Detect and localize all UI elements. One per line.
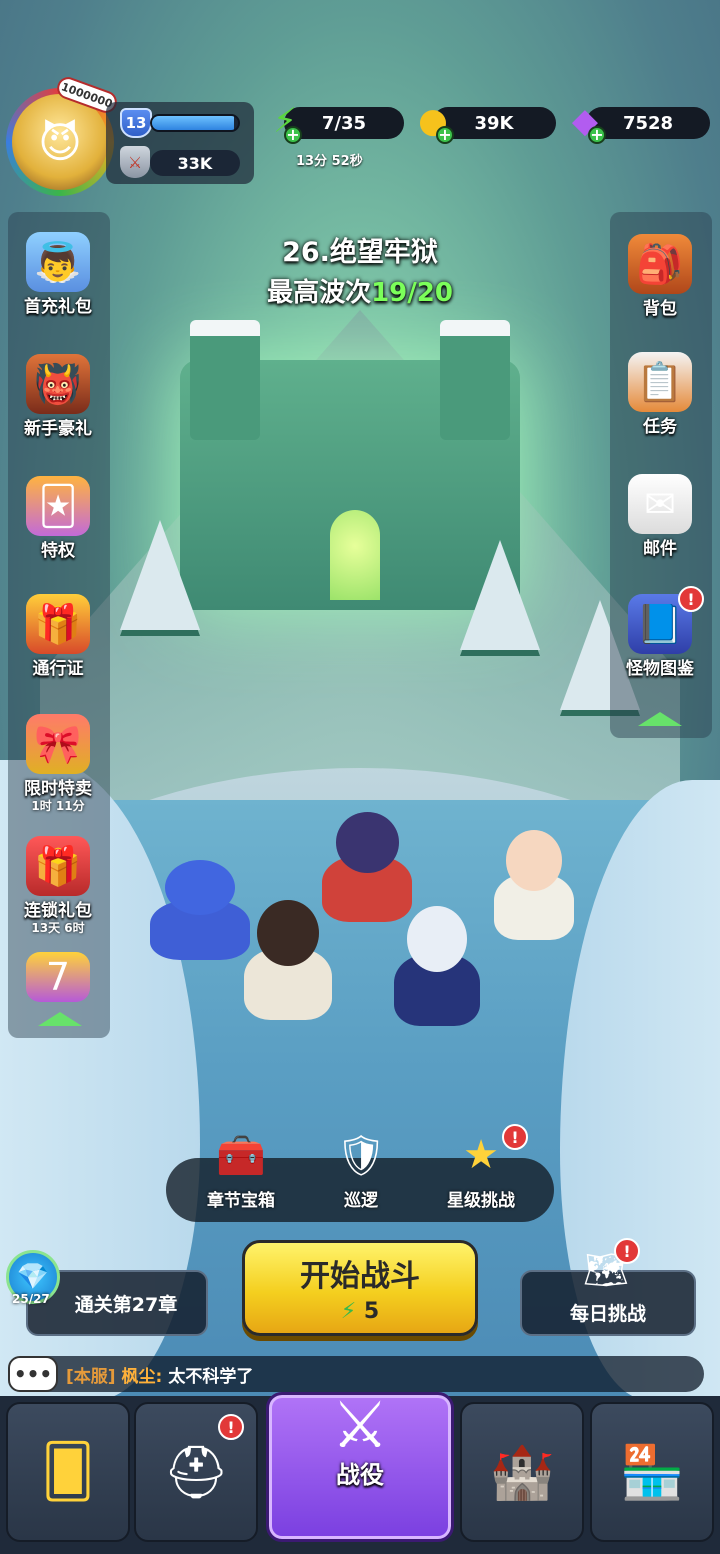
- best-wave-value: 19/20: [371, 278, 453, 308]
- energy-add-icon[interactable]: +: [284, 126, 302, 144]
- first-recharge-pack[interactable]: 👼 首充礼包: [10, 232, 106, 317]
- chat-channel: [本服]: [66, 1366, 116, 1387]
- pine-tree: [120, 520, 200, 630]
- first-recharge-label: 首充礼包: [24, 297, 92, 317]
- chain-gift-icon: 🎁: [26, 836, 90, 896]
- limited-sale-label: 限时特卖: [24, 779, 92, 799]
- crossed-swords-icon: ⚔: [331, 1389, 389, 1463]
- quests-label: 任务: [643, 417, 677, 437]
- privilege-label: 特权: [41, 541, 75, 561]
- daily-challenge-alert-badge: !: [614, 1238, 640, 1264]
- battle-pass-label: 通行证: [32, 659, 84, 679]
- start-battle-button[interactable]: 开始战斗 ⚡ 5: [242, 1240, 478, 1336]
- limited-sale-timer: 1时 11分: [31, 799, 85, 813]
- battle-pass[interactable]: 🎁 通行证: [10, 594, 106, 679]
- xp-bar: [150, 114, 240, 132]
- tab-cards[interactable]: 🂠: [6, 1402, 130, 1542]
- treasure-chest-icon: 🎁: [26, 594, 90, 654]
- castle-icon: 🏰: [489, 1442, 555, 1503]
- limited-sale[interactable]: 🎀 限时特卖 1时 11分: [10, 714, 106, 814]
- coin-add-icon[interactable]: +: [436, 126, 454, 144]
- hero-angel: [494, 830, 574, 940]
- start-battle-cost: ⚡ 5: [245, 1299, 475, 1324]
- codex-alert-badge: !: [678, 586, 704, 612]
- collapse-right-menu-icon[interactable]: [638, 712, 682, 726]
- newbie-gift-label: 新手豪礼: [24, 419, 92, 439]
- heroes-alert-badge: !: [218, 1414, 244, 1440]
- start-battle-label: 开始战斗: [300, 1259, 420, 1294]
- start-cost-value: 5: [363, 1299, 380, 1324]
- lucky-seven-icon: 7: [26, 952, 90, 1002]
- patrol-chest-icon: 🛡: [335, 1132, 387, 1179]
- star-challenge-label: 星级挑战: [447, 1191, 515, 1211]
- combat-power-value: 33K: [150, 150, 240, 176]
- patrol[interactable]: 🛡 巡逻: [306, 1124, 416, 1212]
- mail-label: 邮件: [643, 539, 677, 559]
- collapse-left-menu-icon[interactable]: [38, 1012, 82, 1026]
- hero-red-warrior: [322, 812, 412, 922]
- quests[interactable]: 📋 任务: [612, 352, 708, 437]
- hero-swordsman: [244, 900, 332, 1020]
- best-wave-label: 最高波次: [267, 278, 372, 308]
- star-challenge-alert-badge: !: [502, 1124, 528, 1150]
- patrol-label: 巡逻: [344, 1191, 378, 1211]
- castle-tower-left: [190, 320, 260, 440]
- privilege[interactable]: 🃏 特权: [10, 476, 106, 561]
- demon-lord-icon: 👹: [26, 354, 90, 414]
- chat-sender: 枫尘:: [121, 1366, 163, 1387]
- chain-pack-timer: 13天 6时: [31, 921, 85, 935]
- pine-tree: [460, 540, 540, 650]
- chapter-chest[interactable]: 🧰 章节宝箱: [186, 1124, 296, 1212]
- castle-tower-right: [440, 320, 510, 440]
- tab-castle[interactable]: 🏰: [460, 1402, 584, 1542]
- energy-bolt-icon: ⚡: [340, 1299, 357, 1324]
- shop-stall-icon: 🏪: [619, 1442, 685, 1503]
- stage-title: 26.绝望牢狱: [282, 237, 438, 268]
- tab-shop[interactable]: 🏪: [590, 1402, 714, 1542]
- tab-campaign-label: 战役: [336, 1461, 384, 1489]
- newbie-gift[interactable]: 👹 新手豪礼: [10, 354, 106, 439]
- clipboard-check-icon: 📋: [628, 352, 692, 412]
- chapter-progress: 25/27: [12, 1292, 50, 1306]
- card-icon: 🂠: [41, 1442, 95, 1502]
- monster-codex-label: 怪物图鉴: [626, 659, 694, 679]
- hero-blue-mage: [150, 860, 250, 960]
- chest-icon: 🧰: [216, 1132, 266, 1179]
- level-badge: 13: [120, 108, 152, 138]
- privilege-card-icon: 🃏: [26, 476, 90, 536]
- chat-message: 太不科学了: [168, 1366, 254, 1387]
- gift-box-icon: 🎀: [26, 714, 90, 774]
- castle-glowing-door: [330, 510, 380, 600]
- backpack-icon: 🎒: [628, 234, 692, 294]
- combat-power-icon: ⚔: [120, 146, 150, 178]
- chat-bubble-icon[interactable]: •••: [8, 1356, 58, 1392]
- best-wave: 最高波次19/20: [180, 272, 540, 309]
- envelope-icon: ✉: [628, 474, 692, 534]
- backpack-label: 背包: [643, 299, 677, 319]
- angel-hero-icon: 👼: [26, 232, 90, 292]
- chain-pack-label: 连锁礼包: [24, 901, 92, 921]
- energy-timer: 13分 52秒: [296, 154, 363, 169]
- tab-campaign[interactable]: ⚔ 战役: [266, 1389, 454, 1542]
- backpack[interactable]: 🎒 背包: [612, 234, 708, 319]
- chapter-chest-label: 章节宝箱: [207, 1191, 275, 1211]
- gem-add-icon[interactable]: +: [588, 126, 606, 144]
- mail[interactable]: ✉ 邮件: [612, 474, 708, 559]
- xp-bar-fill: [152, 116, 234, 130]
- lucky-seven-event[interactable]: 7: [10, 952, 106, 1002]
- hero-navy-knight: [394, 906, 480, 1026]
- knight-helmet-icon: ⛑: [162, 1442, 229, 1503]
- world-chat-bar[interactable]: [本服] 枫尘: 太不科学了: [12, 1356, 704, 1392]
- chain-pack[interactable]: 🎁 连锁礼包 13天 6时: [10, 836, 106, 936]
